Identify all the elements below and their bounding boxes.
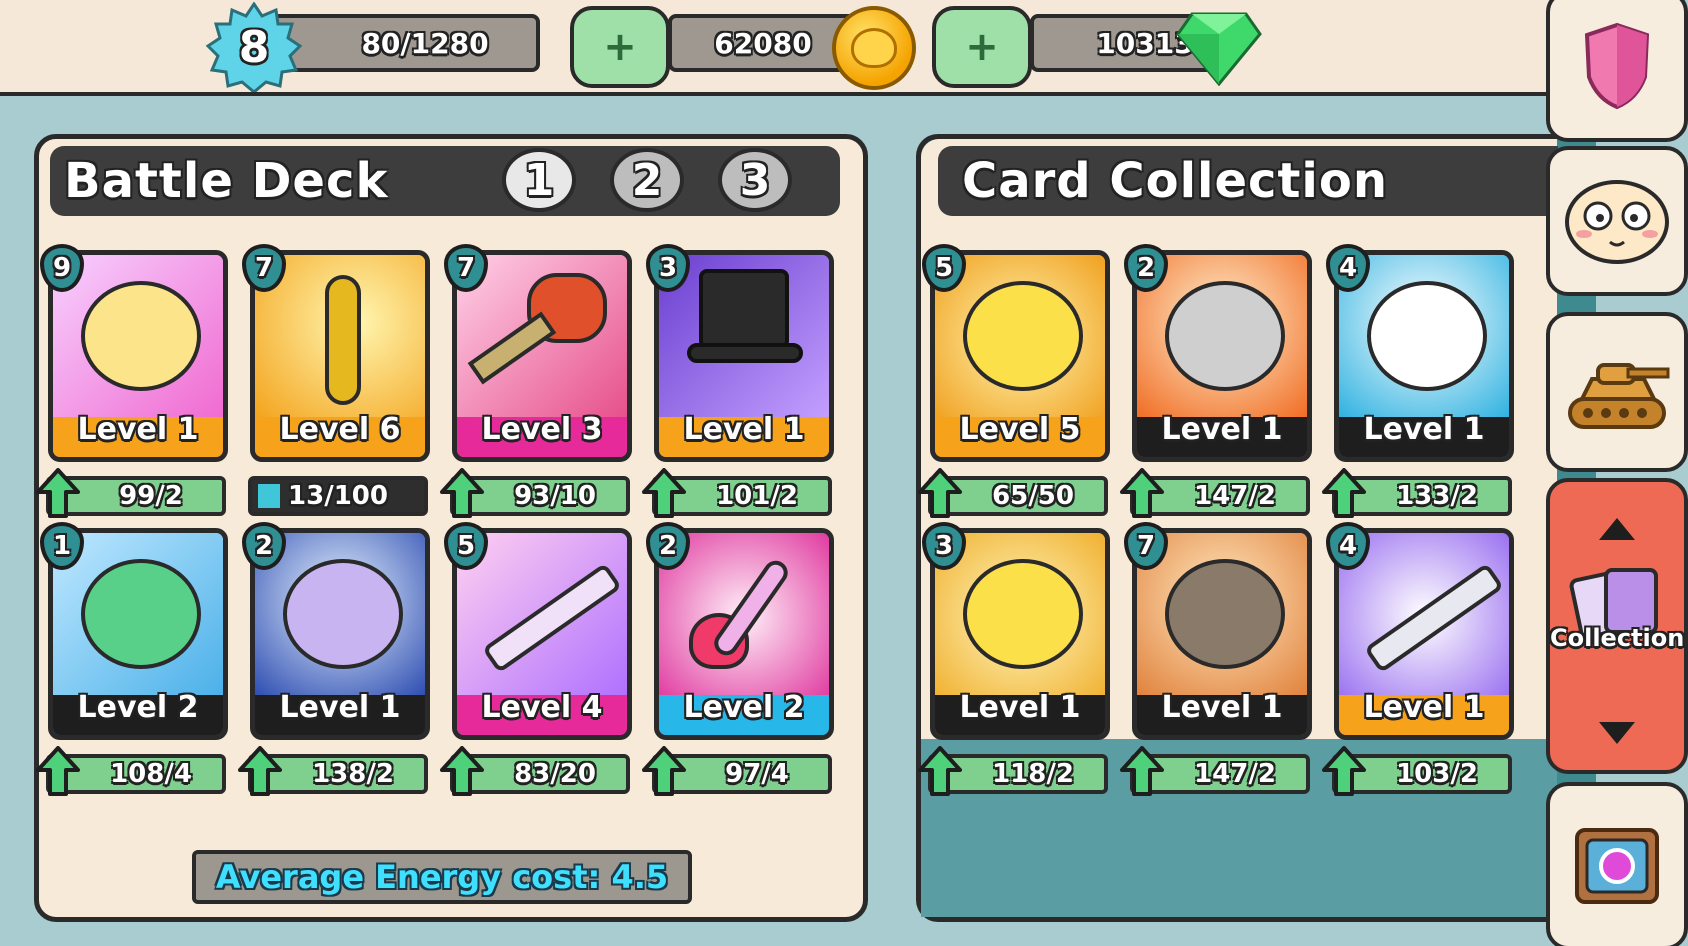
sidebar-item-profile[interactable]: [1546, 146, 1688, 296]
upgrade-arrow-icon: [440, 746, 484, 796]
upgrade-arrow-icon: [36, 746, 80, 796]
upgrade-arrow-icon: [1120, 746, 1164, 796]
deck-tab-1[interactable]: 1: [502, 148, 576, 212]
card-level: Level 3: [481, 412, 603, 447]
coins-display: 62080: [668, 14, 858, 72]
upgrade-arrow-icon: [1322, 468, 1366, 518]
upgrade-arrow-icon: [1322, 746, 1366, 796]
card-collection-header: Card Collection: [938, 146, 1558, 216]
average-energy-text: Average Energy cost: 4.5: [215, 858, 669, 896]
card-level: Level 1: [683, 412, 805, 447]
card-progress: 99/2: [119, 481, 183, 511]
card-progress: 138/2: [312, 759, 394, 789]
sidebar-item-tank[interactable]: [1546, 312, 1688, 472]
sidebar-item-chest[interactable]: [1546, 782, 1688, 946]
card-level: Level 2: [77, 690, 199, 725]
arrow-down-icon[interactable]: [1599, 722, 1635, 744]
upgrade-arrow-icon: [440, 468, 484, 518]
gem-icon: [1176, 12, 1262, 86]
card-level: Level 1: [1161, 690, 1283, 725]
card-level: Level 1: [959, 690, 1081, 725]
player-level: 8: [238, 21, 270, 73]
upgrade-arrow-icon: [918, 468, 962, 518]
card-progress-bar: 13/100: [248, 476, 428, 516]
face-icon: [1565, 180, 1669, 264]
card-progress: 101/2: [716, 481, 798, 511]
card-level: Level 1: [1161, 412, 1283, 447]
card-progress: 13/100: [288, 481, 388, 511]
card-level: Level 1: [77, 412, 199, 447]
add-coins-button[interactable]: +: [570, 6, 670, 88]
card-progress: 97/4: [725, 759, 789, 789]
tank-icon: [1568, 363, 1670, 429]
card-progress: 147/2: [1194, 481, 1276, 511]
deck-tab-3[interactable]: 3: [718, 148, 792, 212]
upgrade-arrow-icon: [918, 746, 962, 796]
card-level: Level 6: [279, 412, 401, 447]
top-bar: 80/1280 8 + 62080 + 10313: [0, 0, 1560, 96]
upgrade-arrow-icon: [36, 468, 80, 518]
coins-amount: 62080: [714, 26, 812, 60]
card-level: Level 1: [279, 690, 401, 725]
upgrade-arrow-icon: [238, 746, 282, 796]
player-level-badge[interactable]: 8: [204, 2, 304, 92]
card-progress: 108/4: [110, 759, 192, 789]
sidebar-item-collection[interactable]: Collection: [1546, 478, 1688, 774]
plus-icon: +: [965, 24, 999, 70]
upgrade-arrow-icon: [1120, 468, 1164, 518]
sidebar-item-shield[interactable]: [1546, 0, 1688, 142]
add-gems-button[interactable]: +: [932, 6, 1032, 88]
card-level: Level 4: [481, 690, 603, 725]
deck-tab-2[interactable]: 2: [610, 148, 684, 212]
card-level: Level 5: [959, 412, 1081, 447]
card-progress: 103/2: [1396, 759, 1478, 789]
upgrade-arrow-icon: [642, 468, 686, 518]
average-energy-bar: Average Energy cost: 4.5: [192, 850, 692, 904]
shield-icon: [1584, 22, 1650, 110]
card-collection-title: Card Collection: [962, 153, 1389, 209]
upgrade-arrow-icon: [642, 746, 686, 796]
xp-text: 80/1280: [361, 26, 489, 60]
card-progress: 147/2: [1194, 759, 1276, 789]
collection-label: Collection: [1550, 624, 1685, 652]
card-level: Level 1: [1363, 412, 1485, 447]
chest-icon: [1575, 828, 1659, 904]
card-level: Level 2: [683, 690, 805, 725]
xp-bar: 80/1280: [270, 14, 540, 72]
card-level: Level 1: [1363, 690, 1485, 725]
progress-fill: [258, 484, 280, 508]
card-progress: 65/50: [992, 481, 1074, 511]
card-progress: 118/2: [992, 759, 1074, 789]
coin-icon: [832, 6, 916, 90]
battle-deck-title: Battle Deck: [64, 153, 389, 209]
card-progress: 133/2: [1396, 481, 1478, 511]
card-progress: 83/20: [514, 759, 596, 789]
card-progress: 93/10: [514, 481, 596, 511]
arrow-up-icon[interactable]: [1599, 518, 1635, 540]
plus-icon: +: [603, 24, 637, 70]
